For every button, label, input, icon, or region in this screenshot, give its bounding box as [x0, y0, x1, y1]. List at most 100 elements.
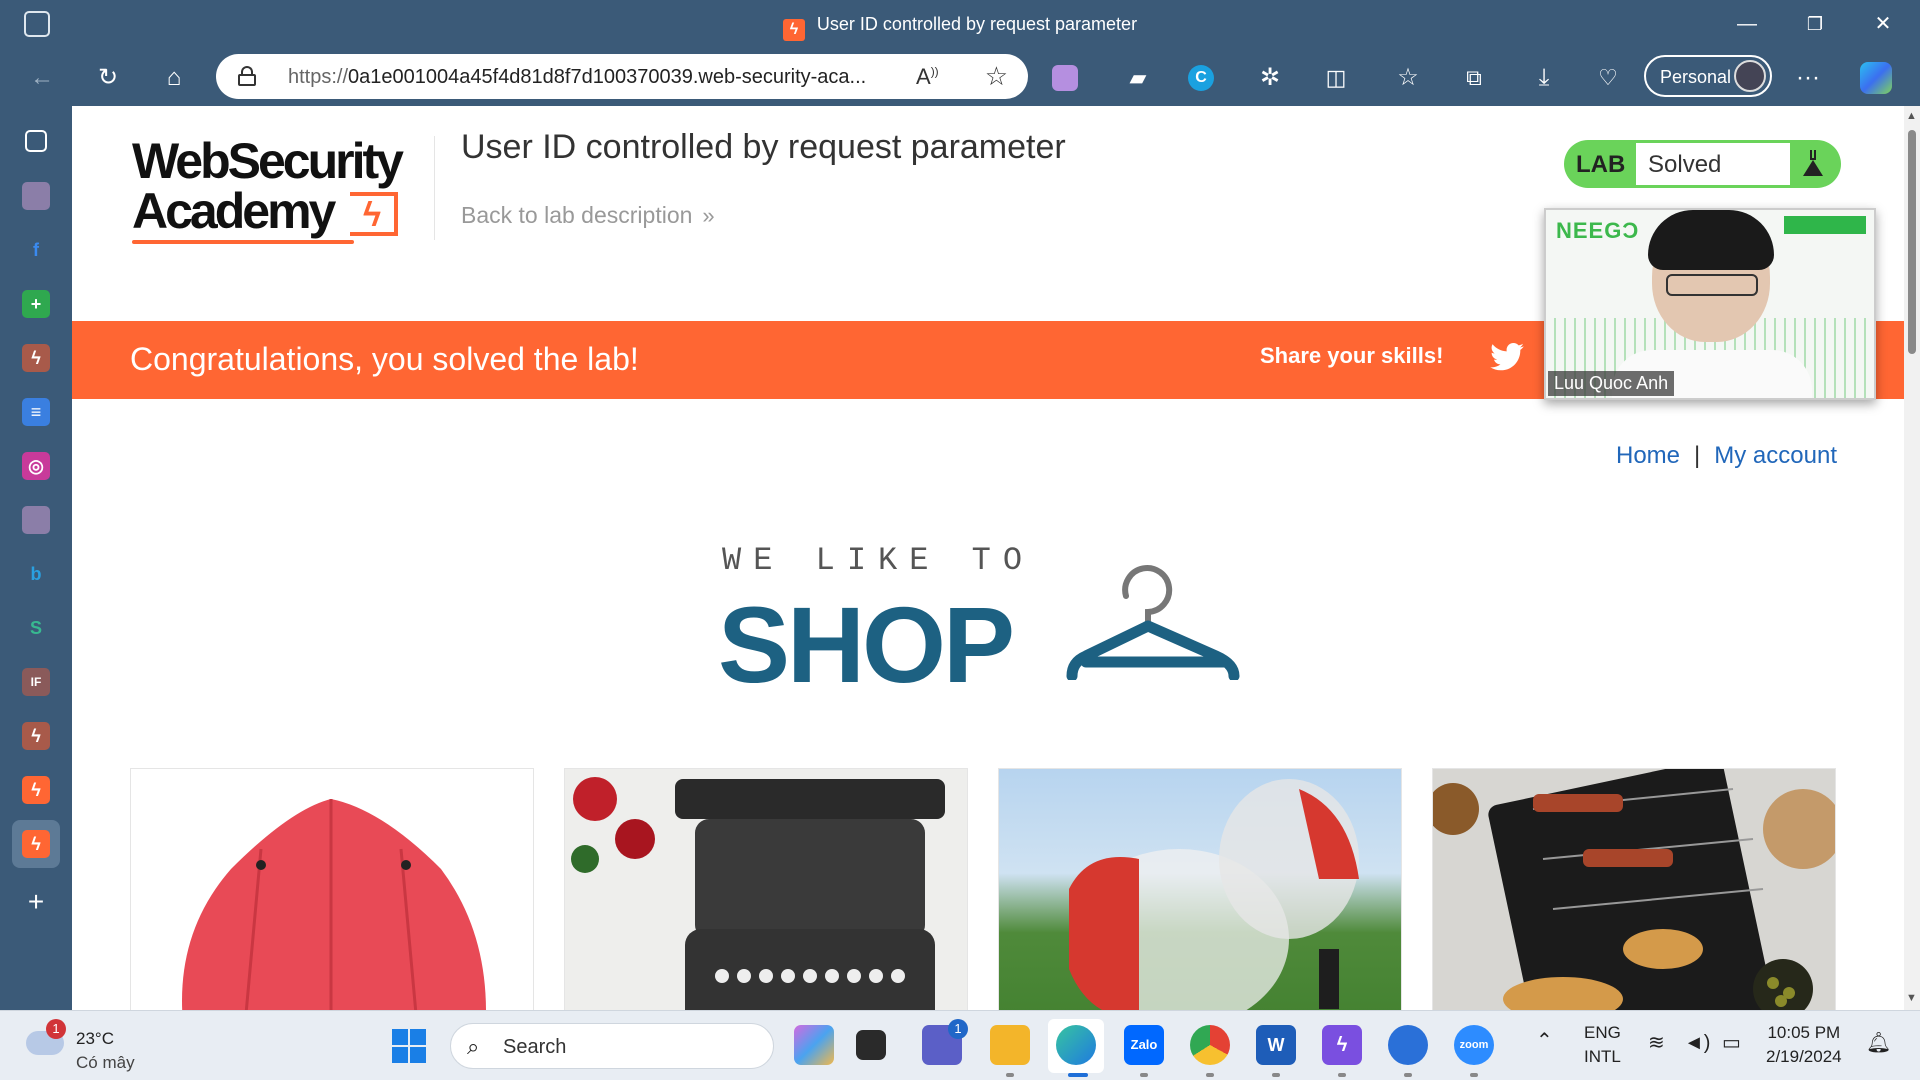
burp-suite-app-icon[interactable]: ϟ: [1322, 1025, 1362, 1065]
bubble-suit-image: [1069, 779, 1359, 1010]
lab-status-badge: LAB Solved: [1564, 140, 1841, 188]
web-page: WebSecurity Academy ϟ User ID controlled…: [72, 106, 1904, 1010]
zoom-running-indicator: [1470, 1073, 1478, 1077]
downloads-icon[interactable]: ⤓: [1526, 60, 1562, 96]
product-card-umbrella[interactable]: [130, 768, 534, 1010]
file-explorer-icon[interactable]: [990, 1025, 1030, 1065]
edge-browser-icon[interactable]: [1056, 1025, 1096, 1065]
home-link[interactable]: Home: [1616, 442, 1680, 469]
burp-icon-2[interactable]: ϟ: [22, 722, 50, 750]
page-scrollbar[interactable]: ▲ ▼: [1904, 106, 1920, 1010]
my-account-link[interactable]: My account: [1714, 442, 1837, 469]
web-security-academy-logo[interactable]: WebSecurity Academy ϟ: [132, 136, 432, 246]
collections-icon[interactable]: ⧉: [1456, 60, 1492, 96]
extension-c-icon[interactable]: C: [1188, 65, 1214, 91]
tab-actions-icon[interactable]: [25, 130, 47, 152]
minimize-button[interactable]: —: [1724, 8, 1770, 40]
battery-icon[interactable]: ▭: [1722, 1031, 1741, 1055]
shop-tagline: WE LIKE TO: [722, 542, 1035, 579]
extension-camera-icon[interactable]: ▰: [1120, 60, 1156, 96]
logo-bolt-icon: ϟ: [350, 192, 398, 236]
weather-condition: Có mây: [76, 1053, 135, 1072]
clock-time: 10:05 PM: [1767, 1023, 1841, 1042]
browser-sidebar: f + ϟ ≡ ◎ b S IF ϟ ϟ ϟ +: [0, 106, 72, 1010]
burp-icon[interactable]: ϟ: [22, 344, 50, 372]
browser-toolbar: ← ↻ ⌂ https://0a1e001004a45f4d81d8f7d100…: [0, 48, 1920, 106]
copilot-preview-app-icon[interactable]: [794, 1025, 834, 1065]
add-sidebar-app-icon[interactable]: +: [22, 888, 50, 916]
instagram-icon[interactable]: ◎: [22, 452, 50, 480]
copilot-icon[interactable]: [1860, 62, 1892, 94]
grill-image: [1433, 769, 1835, 1010]
extension-book-icon[interactable]: [1052, 65, 1078, 91]
share-skills-label: Share your skills!: [1260, 343, 1444, 368]
sheets-icon[interactable]: +: [22, 290, 50, 318]
profile-button[interactable]: Personal: [1644, 55, 1772, 97]
flask-icon: [1803, 150, 1823, 178]
bing-icon[interactable]: b: [22, 560, 50, 588]
read-aloud-icon[interactable]: A)): [916, 64, 939, 90]
burp-running-indicator: [1338, 1073, 1346, 1077]
double-chevron-icon: »: [702, 203, 715, 228]
language-indicator[interactable]: ENG INTL: [1584, 1021, 1621, 1069]
start-windows-icon[interactable]: [392, 1029, 426, 1063]
task-view-icon[interactable]: [856, 1030, 886, 1060]
favorites-icon[interactable]: ☆: [1390, 60, 1426, 96]
extensions-puzzle-icon[interactable]: ✲: [1252, 60, 1288, 96]
favorite-star-icon[interactable]: ☆: [985, 61, 1008, 92]
docs-icon[interactable]: ≡: [22, 398, 50, 426]
split-screen-icon[interactable]: ◫: [1318, 60, 1354, 96]
lab-badge-label: LAB: [1576, 151, 1626, 178]
participant-glasses: [1666, 274, 1758, 296]
logo-line1: WebSecurity: [132, 133, 404, 189]
restore-button[interactable]: ❐: [1792, 8, 1838, 40]
product-card-typewriter[interactable]: [564, 768, 968, 1010]
teams-badge: 1: [948, 1019, 968, 1039]
volume-icon[interactable]: ◄): [1684, 1031, 1710, 1055]
zoom-app-icon[interactable]: zoom: [1454, 1025, 1494, 1065]
search-icon: ⌕: [467, 1034, 480, 1059]
if-icon[interactable]: IF: [22, 668, 50, 696]
back-to-lab-description-link[interactable]: Back to lab description»: [461, 202, 715, 229]
back-arrow-icon[interactable]: ←: [24, 60, 60, 96]
product-card-grill[interactable]: [1432, 768, 1836, 1010]
lab-status-text: Solved: [1636, 143, 1790, 185]
book-icon[interactable]: [22, 182, 50, 210]
weather-badge: 1: [46, 1019, 66, 1039]
red-umbrella-image: [182, 799, 486, 1010]
profile-avatar: [1734, 60, 1766, 92]
facebook-icon[interactable]: f: [22, 236, 50, 264]
chrome-app-icon[interactable]: [1190, 1025, 1230, 1065]
s-icon[interactable]: S: [22, 614, 50, 642]
address-bar[interactable]: https://0a1e001004a45f4d81d8f7d100370039…: [216, 54, 1028, 99]
lock-icon[interactable]: [238, 66, 256, 86]
book-icon-2[interactable]: [22, 506, 50, 534]
webcam-background-logo: NEEGƆ: [1556, 218, 1640, 243]
close-window-button[interactable]: ✕: [1860, 8, 1906, 40]
typewriter-image: [571, 777, 945, 1010]
taskbar-search[interactable]: ⌕ Search: [450, 1023, 774, 1069]
zalo-app-icon[interactable]: Zalo: [1124, 1025, 1164, 1065]
burp-icon-3[interactable]: ϟ: [22, 776, 50, 804]
scroll-down-arrow-icon[interactable]: ▼: [1906, 992, 1917, 1004]
product-card-bubble-suit[interactable]: [998, 768, 1402, 1010]
wifi-icon[interactable]: ≋: [1648, 1031, 1665, 1055]
show-hidden-icons-chevron-icon[interactable]: ⌃: [1536, 1029, 1553, 1053]
refresh-icon[interactable]: ↻: [90, 60, 126, 96]
word-app-icon[interactable]: W: [1256, 1025, 1296, 1065]
notification-bell-icon[interactable]: 🔔︎: [1866, 1031, 1891, 1055]
burp-icon-active[interactable]: ϟ: [22, 830, 50, 858]
header-divider: [434, 136, 435, 240]
scrollbar-thumb[interactable]: [1908, 130, 1916, 354]
home-icon[interactable]: ⌂: [156, 60, 192, 96]
video-call-webcam-overlay[interactable]: NEEGƆ Luu Quoc Anh: [1544, 208, 1876, 400]
chromium-app-icon[interactable]: [1388, 1025, 1428, 1065]
url-text[interactable]: https://0a1e001004a45f4d81d8f7d100370039…: [288, 66, 878, 89]
browser-essentials-icon[interactable]: ♡: [1590, 60, 1626, 96]
more-options-icon[interactable]: ···: [1790, 60, 1826, 96]
portswigger-favicon-icon: ϟ: [782, 19, 805, 41]
zalo-running-indicator: [1140, 1073, 1148, 1077]
taskbar-clock[interactable]: 10:05 PM 2/19/2024: [1766, 1021, 1842, 1069]
twitter-icon[interactable]: [1490, 343, 1524, 371]
scroll-up-arrow-icon[interactable]: ▲: [1906, 110, 1917, 122]
